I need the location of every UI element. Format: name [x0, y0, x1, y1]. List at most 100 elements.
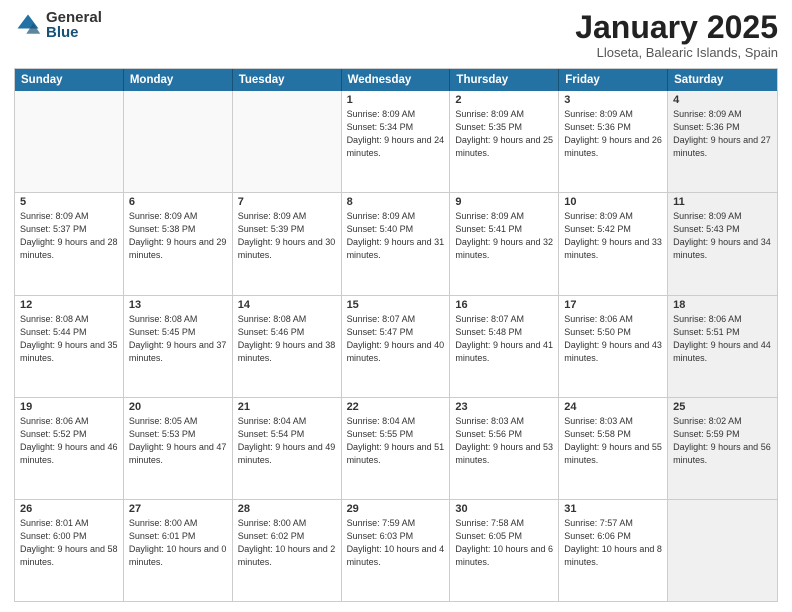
day-info: Sunrise: 8:00 AM Sunset: 6:02 PM Dayligh…	[238, 517, 336, 569]
day-number: 27	[129, 503, 227, 515]
day-number: 19	[20, 401, 118, 413]
day-number: 14	[238, 299, 336, 311]
day-15: 15 Sunrise: 8:07 AM Sunset: 5:47 PM Dayli…	[342, 296, 451, 397]
day-30: 30 Sunrise: 7:58 AM Sunset: 6:05 PM Dayli…	[450, 500, 559, 601]
calendar: SundayMondayTuesdayWednesdayThursdayFrid…	[14, 68, 778, 602]
day-number: 10	[564, 196, 662, 208]
calendar-header: SundayMondayTuesdayWednesdayThursdayFrid…	[15, 69, 777, 91]
day-info: Sunrise: 8:09 AM Sunset: 5:34 PM Dayligh…	[347, 108, 445, 160]
day-number: 20	[129, 401, 227, 413]
day-info: Sunrise: 8:05 AM Sunset: 5:53 PM Dayligh…	[129, 415, 227, 467]
day-info: Sunrise: 8:06 AM Sunset: 5:50 PM Dayligh…	[564, 313, 662, 365]
day-info: Sunrise: 8:04 AM Sunset: 5:55 PM Dayligh…	[347, 415, 445, 467]
day-info: Sunrise: 8:09 AM Sunset: 5:38 PM Dayligh…	[129, 210, 227, 262]
header-day-thursday: Thursday	[450, 69, 559, 91]
day-info: Sunrise: 8:08 AM Sunset: 5:44 PM Dayligh…	[20, 313, 118, 365]
day-info: Sunrise: 8:09 AM Sunset: 5:41 PM Dayligh…	[455, 210, 553, 262]
day-number: 29	[347, 503, 445, 515]
day-22: 22 Sunrise: 8:04 AM Sunset: 5:55 PM Dayli…	[342, 398, 451, 499]
calendar-row-4: 19 Sunrise: 8:06 AM Sunset: 5:52 PM Dayli…	[15, 397, 777, 499]
day-info: Sunrise: 8:09 AM Sunset: 5:35 PM Dayligh…	[455, 108, 553, 160]
page: General Blue January 2025 Lloseta, Balea…	[0, 0, 792, 612]
day-25: 25 Sunrise: 8:02 AM Sunset: 5:59 PM Dayli…	[668, 398, 777, 499]
day-number: 8	[347, 196, 445, 208]
day-19: 19 Sunrise: 8:06 AM Sunset: 5:52 PM Dayli…	[15, 398, 124, 499]
day-info: Sunrise: 8:09 AM Sunset: 5:40 PM Dayligh…	[347, 210, 445, 262]
day-number: 12	[20, 299, 118, 311]
day-27: 27 Sunrise: 8:00 AM Sunset: 6:01 PM Dayli…	[124, 500, 233, 601]
day-info: Sunrise: 8:06 AM Sunset: 5:52 PM Dayligh…	[20, 415, 118, 467]
logo-blue: Blue	[46, 25, 102, 40]
day-11: 11 Sunrise: 8:09 AM Sunset: 5:43 PM Dayli…	[668, 193, 777, 294]
day-number: 26	[20, 503, 118, 515]
day-number: 30	[455, 503, 553, 515]
day-number: 1	[347, 94, 445, 106]
day-info: Sunrise: 8:03 AM Sunset: 5:56 PM Dayligh…	[455, 415, 553, 467]
day-6: 6 Sunrise: 8:09 AM Sunset: 5:38 PM Daylig…	[124, 193, 233, 294]
day-info: Sunrise: 7:58 AM Sunset: 6:05 PM Dayligh…	[455, 517, 553, 569]
day-info: Sunrise: 8:09 AM Sunset: 5:36 PM Dayligh…	[564, 108, 662, 160]
day-info: Sunrise: 8:08 AM Sunset: 5:46 PM Dayligh…	[238, 313, 336, 365]
day-number: 23	[455, 401, 553, 413]
subtitle: Lloseta, Balearic Islands, Spain	[575, 45, 778, 60]
day-info: Sunrise: 8:09 AM Sunset: 5:43 PM Dayligh…	[673, 210, 772, 262]
day-number: 11	[673, 196, 772, 208]
day-info: Sunrise: 8:06 AM Sunset: 5:51 PM Dayligh…	[673, 313, 772, 365]
day-4: 4Sunrise: 8:09 AM Sunset: 5:36 PM Daylig…	[668, 91, 777, 192]
day-12: 12 Sunrise: 8:08 AM Sunset: 5:44 PM Dayli…	[15, 296, 124, 397]
day-number: 28	[238, 503, 336, 515]
day-info: Sunrise: 8:04 AM Sunset: 5:54 PM Dayligh…	[238, 415, 336, 467]
day-info: Sunrise: 8:07 AM Sunset: 5:48 PM Dayligh…	[455, 313, 553, 365]
day-number: 18	[673, 299, 772, 311]
day-number: 3	[564, 94, 662, 106]
day-7: 7Sunrise: 8:09 AM Sunset: 5:39 PM Daylig…	[233, 193, 342, 294]
day-13: 13Sunrise: 8:08 AM Sunset: 5:45 PM Dayli…	[124, 296, 233, 397]
empty-cell	[233, 91, 342, 192]
day-number: 6	[129, 196, 227, 208]
day-info: Sunrise: 8:09 AM Sunset: 5:36 PM Dayligh…	[673, 108, 772, 160]
calendar-body: 1 Sunrise: 8:09 AM Sunset: 5:34 PM Daylig…	[15, 91, 777, 601]
day-1: 1 Sunrise: 8:09 AM Sunset: 5:34 PM Daylig…	[342, 91, 451, 192]
day-number: 21	[238, 401, 336, 413]
day-info: Sunrise: 8:03 AM Sunset: 5:58 PM Dayligh…	[564, 415, 662, 467]
day-20: 20 Sunrise: 8:05 AM Sunset: 5:53 PM Dayli…	[124, 398, 233, 499]
empty-cell	[668, 500, 777, 601]
day-number: 16	[455, 299, 553, 311]
day-17: 17Sunrise: 8:06 AM Sunset: 5:50 PM Dayli…	[559, 296, 668, 397]
header-day-saturday: Saturday	[668, 69, 777, 91]
logo-general: General	[46, 10, 102, 25]
day-info: Sunrise: 8:00 AM Sunset: 6:01 PM Dayligh…	[129, 517, 227, 569]
day-number: 13	[129, 299, 227, 311]
day-number: 5	[20, 196, 118, 208]
day-5: 5 Sunrise: 8:09 AM Sunset: 5:37 PM Daylig…	[15, 193, 124, 294]
day-info: Sunrise: 8:01 AM Sunset: 6:00 PM Dayligh…	[20, 517, 118, 569]
day-info: Sunrise: 7:59 AM Sunset: 6:03 PM Dayligh…	[347, 517, 445, 569]
calendar-row-1: 1 Sunrise: 8:09 AM Sunset: 5:34 PM Daylig…	[15, 91, 777, 192]
day-3: 3 Sunrise: 8:09 AM Sunset: 5:36 PM Daylig…	[559, 91, 668, 192]
day-info: Sunrise: 7:57 AM Sunset: 6:06 PM Dayligh…	[564, 517, 662, 569]
header-day-tuesday: Tuesday	[233, 69, 342, 91]
title-block: January 2025 Lloseta, Balearic Islands, …	[575, 10, 778, 60]
header-day-sunday: Sunday	[15, 69, 124, 91]
day-18: 18 Sunrise: 8:06 AM Sunset: 5:51 PM Dayli…	[668, 296, 777, 397]
day-8: 8 Sunrise: 8:09 AM Sunset: 5:40 PM Daylig…	[342, 193, 451, 294]
day-number: 25	[673, 401, 772, 413]
day-2: 2 Sunrise: 8:09 AM Sunset: 5:35 PM Daylig…	[450, 91, 559, 192]
day-number: 2	[455, 94, 553, 106]
day-number: 24	[564, 401, 662, 413]
day-24: 24 Sunrise: 8:03 AM Sunset: 5:58 PM Dayli…	[559, 398, 668, 499]
day-info: Sunrise: 8:02 AM Sunset: 5:59 PM Dayligh…	[673, 415, 772, 467]
logo-icon	[14, 11, 42, 39]
day-23: 23 Sunrise: 8:03 AM Sunset: 5:56 PM Dayli…	[450, 398, 559, 499]
day-number: 22	[347, 401, 445, 413]
empty-cell	[124, 91, 233, 192]
day-number: 15	[347, 299, 445, 311]
day-10: 10Sunrise: 8:09 AM Sunset: 5:42 PM Dayli…	[559, 193, 668, 294]
day-info: Sunrise: 8:09 AM Sunset: 5:37 PM Dayligh…	[20, 210, 118, 262]
header-day-monday: Monday	[124, 69, 233, 91]
day-info: Sunrise: 8:07 AM Sunset: 5:47 PM Dayligh…	[347, 313, 445, 365]
day-28: 28 Sunrise: 8:00 AM Sunset: 6:02 PM Dayli…	[233, 500, 342, 601]
header-day-friday: Friday	[559, 69, 668, 91]
calendar-row-5: 26 Sunrise: 8:01 AM Sunset: 6:00 PM Dayli…	[15, 499, 777, 601]
day-number: 7	[238, 196, 336, 208]
